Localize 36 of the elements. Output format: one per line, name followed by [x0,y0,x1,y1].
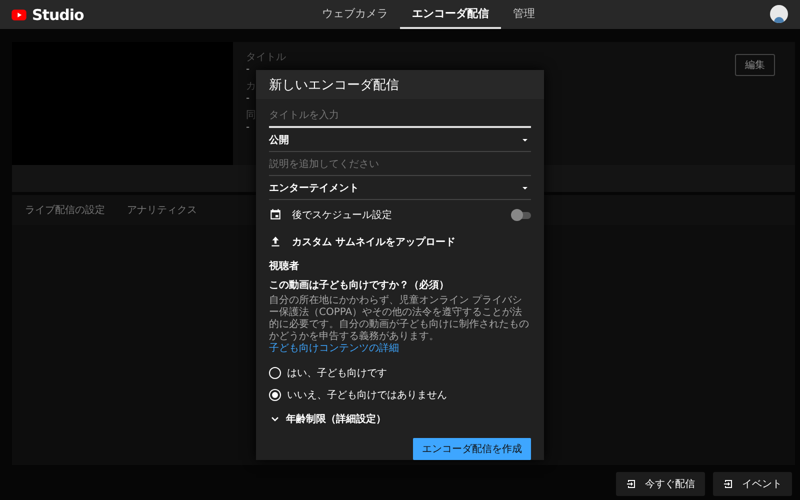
calendar-icon [269,208,282,221]
learn-more-link[interactable]: 子ども向けコンテンツの詳細 [269,343,399,354]
action-button[interactable]: イベント [713,472,792,496]
section-heading: 視聴者 [269,260,300,273]
title-field[interactable]: タイトルを入力 [269,106,531,126]
field-label: タイトル [246,52,286,64]
field-label: カ [246,81,256,93]
description-field[interactable]: 説明を追加してください [269,154,531,174]
schedule-toggle[interactable] [511,208,531,220]
schedule-label: 後でスケジュール設定 [292,208,393,222]
create-button[interactable]: エンコーダ配信を作成 [413,438,531,460]
section-tab[interactable]: ライブ配信の設定 [25,203,105,217]
help-text: 自分の所在地にかかわらず、児童オンライン プライバシー保護法（COPPA）やその他の法令を遵守することが法的に必要です。自分の動画が子ども向けに制作されたものかどうかを申告する義務があります。 子ども向けコンテンツの詳細 [269,295,530,355]
nav-tab[interactable]: ウェブカメラ [310,0,400,29]
enter-icon [626,478,638,490]
nav-tab[interactable]: エンコーダ配信 [400,0,501,29]
section-tab[interactable]: アナリティクス [127,203,197,217]
age-restriction-toggle[interactable]: 年齢制限（詳細設定） [269,410,531,428]
edit-button[interactable]: 編集 [735,54,775,76]
field-value: - [246,93,250,105]
radio-option[interactable]: はい、子ども向けです [269,363,387,382]
dialog-title: 新しいエンコーダ配信 [269,76,399,94]
app-name: Studio [32,6,84,24]
field-value: - [246,64,250,76]
question-text: この動画は子ども向けですか？（必須） [269,278,450,292]
action-button[interactable]: 今すぐ配信 [616,472,705,496]
nav-tab[interactable]: 管理 [501,0,547,29]
field-label: 同 [246,110,256,122]
field-value: - [246,122,250,134]
avatar-icon[interactable] [770,5,788,23]
enter-icon [723,478,735,490]
upload-icon [269,235,282,248]
radio-option[interactable]: いいえ、子ども向けではありません [269,385,447,404]
dropdown[interactable]: 公開 [269,128,531,152]
upload-thumbnail-link[interactable]: カスタム サムネイルをアップロード [292,234,531,248]
dropdown[interactable]: エンターテイメント [269,176,531,200]
